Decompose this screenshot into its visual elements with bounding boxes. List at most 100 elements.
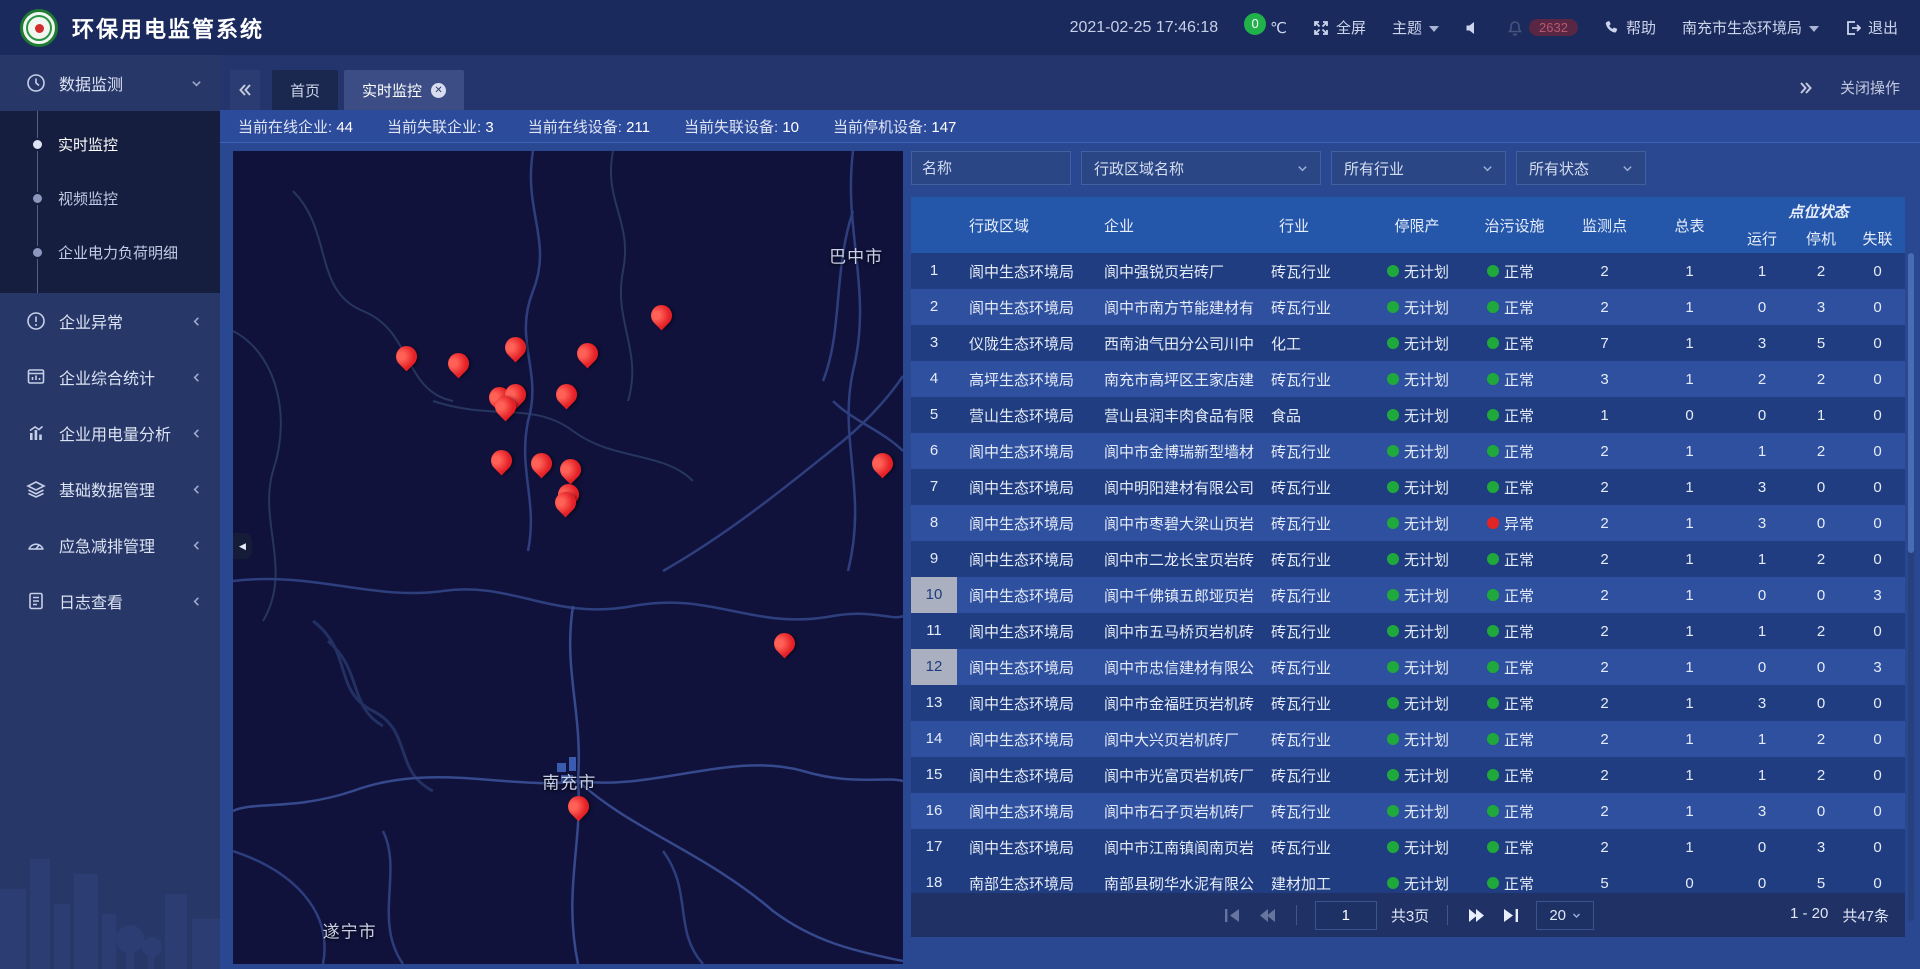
cell-company: 阆中市忠信建材有限公 [1092, 657, 1267, 678]
cell-company: 阆中市金福旺页岩机砖 [1092, 693, 1267, 714]
table-row[interactable]: 8阆中生态环境局阆中市枣碧大梁山页岩砖瓦行业无计划异常21300 [911, 505, 1905, 541]
facility-status-label: 正常 [1504, 405, 1534, 426]
map-pin[interactable] [872, 453, 894, 475]
map-pin[interactable] [555, 492, 577, 514]
next-page-button[interactable] [1466, 906, 1487, 925]
region-select[interactable]: 行政区域名称 [1081, 151, 1321, 185]
cell-industry: 砖瓦行业 [1267, 477, 1367, 498]
map-collapse-handle[interactable]: ◀ [233, 533, 252, 559]
table-scrollbar[interactable] [1908, 253, 1914, 921]
close-operations-button[interactable]: 关闭操作 [1840, 77, 1900, 98]
map-pin[interactable] [448, 353, 470, 375]
cell-company: 营山县润丰肉食品有限 [1092, 405, 1267, 426]
map-pin[interactable] [531, 453, 553, 475]
scrollbar-thumb[interactable] [1908, 253, 1914, 553]
tab-实时监控[interactable]: 实时监控✕ [344, 70, 464, 110]
pin-shape [551, 488, 581, 518]
status-dot-icon [1487, 553, 1499, 565]
sidebar-item-2[interactable]: 企业异常 [0, 293, 220, 349]
table-row[interactable]: 3仪陇生态环境局西南油气田分公司川中化工无计划正常71350 [911, 325, 1905, 361]
table-row[interactable]: 1阆中生态环境局阆中强锐页岩砖厂砖瓦行业无计划正常21120 [911, 253, 1905, 289]
table-row[interactable]: 13阆中生态环境局阆中市金福旺页岩机砖砖瓦行业无计划正常21300 [911, 685, 1905, 721]
chevron-double-right-icon[interactable] [1798, 81, 1814, 95]
page-size-value: 20 [1549, 907, 1566, 924]
logout-label: 退出 [1868, 17, 1898, 38]
sidebar-item-6[interactable]: 应急减排管理 [0, 517, 220, 573]
sidebar-subitem-视频监控[interactable]: 视频监控 [0, 171, 220, 225]
table-row[interactable]: 10阆中生态环境局阆中千佛镇五郎垭页岩砖瓦行业无计划正常21003 [911, 577, 1905, 613]
table-row[interactable]: 17阆中生态环境局阆中市江南镇阆南页岩砖瓦行业无计划正常21030 [911, 829, 1905, 865]
page-size-select[interactable]: 20 [1536, 901, 1594, 930]
table-row[interactable]: 9阆中生态环境局阆中市二龙长宝页岩砖砖瓦行业无计划正常21120 [911, 541, 1905, 577]
tabs-scroll-left-button[interactable] [230, 70, 260, 110]
status-dot-icon [1487, 841, 1499, 853]
map-pin[interactable] [560, 459, 582, 481]
last-page-button[interactable] [1501, 906, 1522, 925]
map-pin[interactable] [396, 346, 418, 368]
tab-close-icon[interactable]: ✕ [431, 83, 446, 98]
column-offline: 失联 [1850, 223, 1905, 253]
sidebar-subitem-实时监控[interactable]: 实时监控 [0, 117, 220, 171]
table-row[interactable]: 2阆中生态环境局阆中市南方节能建材有砖瓦行业无计划正常21030 [911, 289, 1905, 325]
column-limit: 停限产 [1367, 197, 1467, 253]
limit-status-label: 无计划 [1404, 765, 1449, 786]
table-row[interactable]: 5营山生态环境局营山县润丰肉食品有限食品无计划正常10010 [911, 397, 1905, 433]
cell-limit-status: 无计划 [1367, 513, 1467, 534]
first-page-button[interactable] [1222, 906, 1243, 925]
pin-shape [770, 629, 800, 659]
previous-page-button[interactable] [1257, 906, 1278, 925]
sidebar-item-5[interactable]: 基础数据管理 [0, 461, 220, 517]
sidebar-item-3[interactable]: 企业综合统计 [0, 349, 220, 405]
table-row[interactable]: 4高坪生态环境局南充市高坪区王家店建砖瓦行业无计划正常31220 [911, 361, 1905, 397]
pin-shape [527, 449, 557, 479]
cell-facility-status: 正常 [1467, 693, 1562, 714]
cell-region: 南部生态环境局 [957, 873, 1092, 894]
map-pin[interactable] [577, 343, 599, 365]
org-dropdown[interactable]: 南充市生态环境局 [1682, 17, 1819, 38]
map-panel[interactable]: 巴中市南充市遂宁市 ◀ [233, 151, 903, 964]
map-pin[interactable] [774, 633, 796, 655]
cell-stopped: 0 [1792, 803, 1850, 820]
cell-points: 2 [1562, 803, 1647, 820]
sidebar-subitem-企业电力负荷明细[interactable]: 企业电力负荷明细 [0, 225, 220, 279]
status-select[interactable]: 所有状态 [1516, 151, 1646, 185]
logout-button[interactable]: 退出 [1845, 17, 1898, 38]
theme-dropdown[interactable]: 主题 [1392, 17, 1439, 38]
table-header: 行政区域 企业 行业 停限产 治污设施 监测点 总表 点位状态 运行 停机 失联 [911, 197, 1905, 253]
sidebar-item-7[interactable]: 日志查看 [0, 573, 220, 629]
map-pin[interactable] [495, 396, 517, 418]
table-row[interactable]: 6阆中生态环境局阆中市金博瑞新型墙材砖瓦行业无计划正常21120 [911, 433, 1905, 469]
name-search-input[interactable] [911, 151, 1071, 185]
map-pin[interactable] [556, 384, 578, 406]
row-index: 17 [911, 829, 957, 865]
table-row[interactable]: 12阆中生态环境局阆中市忠信建材有限公砖瓦行业无计划正常21003 [911, 649, 1905, 685]
cell-points: 7 [1562, 335, 1647, 352]
help-button[interactable]: 帮助 [1604, 17, 1656, 38]
industry-select[interactable]: 所有行业 [1331, 151, 1506, 185]
sidebar-item-label: 企业用电量分析 [59, 421, 178, 445]
map-pin[interactable] [568, 796, 590, 818]
cell-facility-status: 正常 [1467, 621, 1562, 642]
sidebar-submenu: 实时监控视频监控企业电力负荷明细 [0, 111, 220, 293]
mute-button[interactable] [1465, 20, 1481, 36]
table-row[interactable]: 7阆中生态环境局阆中明阳建材有限公司砖瓦行业无计划正常21300 [911, 469, 1905, 505]
table-row[interactable]: 15阆中生态环境局阆中市光富页岩机砖厂砖瓦行业无计划正常21120 [911, 757, 1905, 793]
notifications[interactable]: 2632 [1507, 19, 1578, 36]
tab-首页[interactable]: 首页 [272, 70, 338, 110]
tab-bar: 首页实时监控✕ 关闭操作 [220, 55, 1920, 110]
sidebar-item-1[interactable]: 数据监测 [0, 55, 220, 111]
map-pin[interactable] [491, 450, 513, 472]
cell-meters: 1 [1647, 623, 1732, 640]
cell-points: 2 [1562, 515, 1647, 532]
page-number-input[interactable] [1315, 901, 1377, 930]
cell-facility-status: 正常 [1467, 297, 1562, 318]
fullscreen-button[interactable]: 全屏 [1313, 17, 1366, 38]
pin-shape [646, 301, 676, 331]
table-row[interactable]: 14阆中生态环境局阆中大兴页岩机砖厂砖瓦行业无计划正常21120 [911, 721, 1905, 757]
map-pin[interactable] [651, 305, 673, 327]
map-pin[interactable] [505, 337, 527, 359]
table-row[interactable]: 11阆中生态环境局阆中市五马桥页岩机砖砖瓦行业无计划正常21120 [911, 613, 1905, 649]
table-row[interactable]: 16阆中生态环境局阆中市石子页岩机砖厂砖瓦行业无计划正常21300 [911, 793, 1905, 829]
table-row[interactable]: 18南部生态环境局南部县砌华水泥有限公建材加工无计划正常50050 [911, 865, 1905, 893]
sidebar-item-4[interactable]: 企业用电量分析 [0, 405, 220, 461]
